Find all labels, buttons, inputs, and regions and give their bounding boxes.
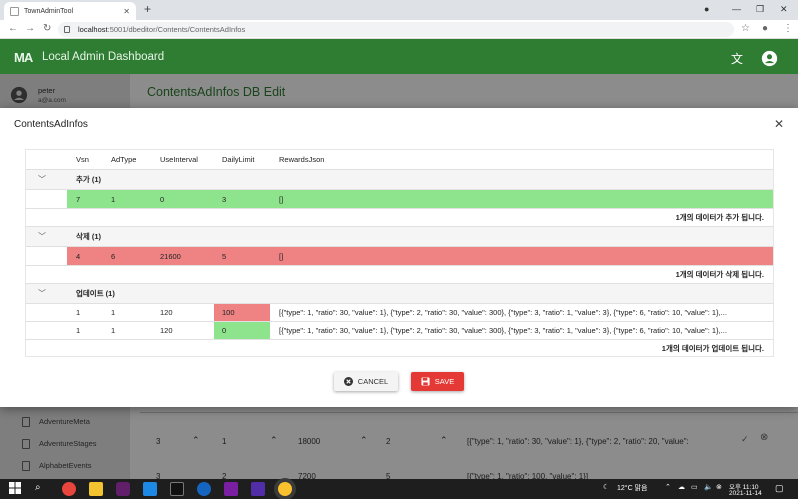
clock-date[interactable]: 2021-11-14: [729, 490, 762, 497]
visual-studio-icon[interactable]: [224, 482, 238, 496]
table-row-add: 7 1 0 3 []: [26, 190, 773, 209]
group-add-header[interactable]: ﹀ 추가 (1): [26, 170, 773, 190]
table-row-delete: 4 6 21600 5 []: [26, 247, 773, 266]
cell-useinterval: 120: [160, 308, 173, 317]
chevron-down-icon[interactable]: ﹀: [38, 170, 46, 189]
cell-rewardsjson: [{"type": 1, "ratio": 30, "value": 1}, {…: [279, 326, 727, 335]
maps-icon[interactable]: [197, 482, 211, 496]
page-icon: [10, 6, 19, 16]
slack-icon[interactable]: [116, 482, 130, 496]
cell-dailylimit: 3: [222, 194, 227, 204]
group-add-summary: 1개의 데이터가 추가 됩니다.: [675, 213, 764, 222]
url-host: localhost: [78, 25, 108, 34]
mute-icon[interactable]: ⊗: [716, 483, 722, 491]
added-row-highlight: [67, 190, 773, 208]
chrome-icon[interactable]: [62, 482, 76, 496]
notification-icon[interactable]: ▢: [775, 483, 784, 494]
group-update-summary-row: 1개의 데이터가 업데이트 됩니다.: [26, 340, 773, 357]
account-circle-icon[interactable]: [761, 50, 778, 70]
app-icon[interactable]: [251, 482, 265, 496]
info-icon: [64, 26, 70, 33]
cell-useinterval: 21600: [160, 251, 181, 261]
account-icon[interactable]: ●: [762, 23, 768, 34]
col-dailylimit: DailyLimit: [222, 155, 255, 164]
cell-vsn: 1: [76, 308, 81, 317]
weather-text[interactable]: 12°C 맑음: [617, 483, 647, 493]
group-delete-label: 삭제 (1): [76, 232, 102, 241]
close-tab-icon[interactable]: ✕: [123, 7, 130, 16]
url-field[interactable]: localhost:5001/dbeditor/Contents/Content…: [58, 22, 734, 37]
cell-dailylimit-old: 100: [214, 304, 270, 321]
cell-useinterval: 120: [160, 326, 173, 335]
tab-title: TownAdminTool: [24, 7, 74, 15]
cell-adtype: 1: [111, 326, 116, 335]
profile-record-icon[interactable]: ●: [704, 4, 709, 14]
table-row-update-old: 1 1 120 100 [{"type": 1, "ratio": 30, "v…: [26, 304, 773, 322]
table-header: Vsn AdType UseInterval DailyLimit Reward…: [26, 150, 773, 170]
cell-rewardsjson: [{"type": 1, "ratio": 30, "value": 1}, {…: [279, 308, 727, 317]
browser-tab[interactable]: TownAdminTool ✕: [4, 2, 136, 20]
col-rewardsjson: RewardsJson: [279, 155, 325, 164]
cell-vsn: 7: [76, 194, 81, 204]
menu-kebab-icon[interactable]: ⋮: [783, 23, 793, 34]
app-logo-icon: MA: [14, 50, 33, 65]
cell-dailylimit-new: 0: [214, 322, 270, 339]
group-update-label: 업데이트 (1): [76, 289, 115, 298]
confirm-dialog: ContentsAdInfos ✕ Vsn AdType UseInterval…: [0, 108, 798, 407]
col-vsn: Vsn: [76, 155, 89, 164]
restore-icon[interactable]: ❐: [756, 4, 764, 15]
cell-adtype: 6: [111, 251, 116, 261]
changes-table: Vsn AdType UseInterval DailyLimit Reward…: [25, 149, 774, 357]
chevron-down-icon[interactable]: ﹀: [38, 227, 46, 246]
cancel-label: CANCEL: [357, 377, 389, 386]
translate-icon[interactable]: 文: [731, 50, 743, 67]
group-delete-header[interactable]: ﹀ 삭제 (1): [26, 227, 773, 247]
close-window-icon[interactable]: ✕: [780, 4, 788, 15]
table-row-update-new: 1 1 120 0 [{"type": 1, "ratio": 30, "val…: [26, 322, 773, 340]
save-label: SAVE: [434, 377, 455, 386]
search-icon[interactable]: ⌕: [35, 482, 49, 496]
dialog-title: ContentsAdInfos: [14, 119, 88, 130]
cancel-button[interactable]: CANCEL: [334, 372, 398, 391]
col-adtype: AdType: [111, 155, 137, 164]
group-add-summary-row: 1개의 데이터가 추가 됩니다.: [26, 209, 773, 227]
forward-icon[interactable]: →: [25, 23, 35, 34]
close-dialog-icon[interactable]: ✕: [774, 117, 784, 131]
chevron-down-icon[interactable]: ﹀: [38, 284, 46, 303]
group-delete-summary: 1개의 데이터가 삭제 됩니다.: [675, 270, 764, 279]
cell-adtype: 1: [111, 308, 116, 317]
group-update-summary: 1개의 데이터가 업데이트 됩니다.: [661, 344, 764, 353]
network-icon[interactable]: ▭: [691, 483, 698, 491]
back-icon[interactable]: ←: [8, 23, 18, 34]
group-update-header[interactable]: ﹀ 업데이트 (1): [26, 284, 773, 304]
cell-rewardsjson: []: [279, 194, 284, 204]
save-button[interactable]: SAVE: [411, 372, 464, 391]
cell-adtype: 1: [111, 194, 116, 204]
group-add-label: 추가 (1): [76, 175, 102, 184]
url-path: :5001/dbeditor/Contents/ContentsAdInfos: [107, 25, 246, 34]
volume-icon[interactable]: 🔈: [704, 483, 713, 491]
app-title: Local Admin Dashboard: [42, 51, 165, 63]
cell-useinterval: 0: [160, 194, 165, 204]
cell-rewardsjson: []: [279, 251, 284, 261]
group-delete-summary-row: 1개의 데이터가 삭제 됩니다.: [26, 266, 773, 284]
terminal-icon[interactable]: [170, 482, 184, 496]
file-explorer-icon[interactable]: [89, 482, 103, 496]
cell-vsn: 4: [76, 251, 81, 261]
windows-start-icon[interactable]: [9, 482, 23, 496]
tray-expand-icon[interactable]: ⌃: [665, 483, 671, 491]
cell-vsn: 1: [76, 326, 81, 335]
reload-icon[interactable]: ↻: [43, 23, 51, 34]
mail-icon[interactable]: [143, 482, 157, 496]
moon-weather-icon: ☾: [603, 484, 610, 491]
cell-dailylimit: 5: [222, 251, 227, 261]
col-useinterval: UseInterval: [160, 155, 198, 164]
minimize-icon[interactable]: —: [732, 4, 741, 14]
new-tab-button[interactable]: +: [144, 2, 151, 16]
chrome-active-icon[interactable]: [278, 482, 292, 496]
bookmark-star-icon[interactable]: ☆: [741, 23, 750, 34]
save-disk-icon: [421, 377, 430, 386]
onedrive-icon[interactable]: ☁: [678, 483, 685, 491]
cancel-circle-icon: [343, 377, 353, 386]
